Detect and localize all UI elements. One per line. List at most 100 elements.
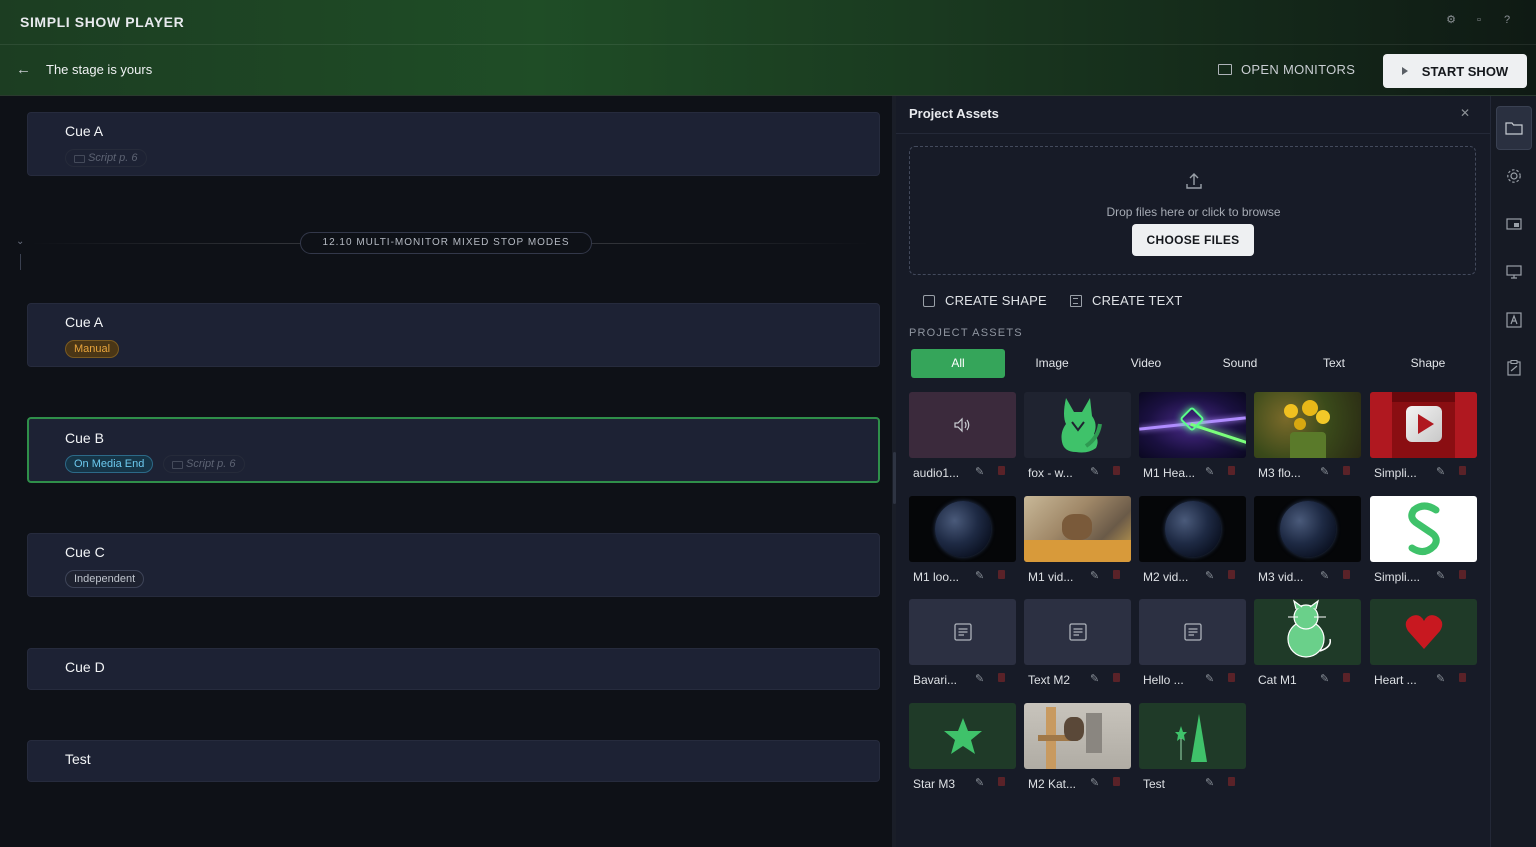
asset-tile[interactable]: Hello ... ✎	[1139, 599, 1246, 687]
pencil-icon[interactable]: ✎	[1436, 672, 1445, 685]
pencil-icon[interactable]: ✎	[975, 569, 984, 582]
pencil-icon[interactable]: ✎	[1090, 672, 1099, 685]
group-label[interactable]: 12.10 MULTI-MONITOR MIXED STOP MODES	[300, 232, 592, 254]
pencil-icon[interactable]: ✎	[1436, 569, 1445, 582]
pencil-icon[interactable]: ✎	[975, 672, 984, 685]
pencil-icon[interactable]: ✎	[1090, 776, 1099, 789]
cue-card[interactable]: Cue A Script p. 6	[27, 112, 880, 176]
trash-icon[interactable]	[1343, 570, 1350, 579]
choose-files-button[interactable]: CHOOSE FILES	[1132, 224, 1254, 256]
pencil-icon[interactable]: ✎	[1320, 569, 1329, 582]
trash-icon[interactable]	[998, 466, 1005, 475]
asset-tile[interactable]: M2 Kat... ✎	[1024, 703, 1131, 791]
asset-thumbnail-text[interactable]	[909, 599, 1016, 665]
pencil-icon[interactable]: ✎	[975, 776, 984, 789]
chevron-down-icon[interactable]: ⌄	[16, 236, 24, 247]
asset-thumbnail-cat-shape[interactable]	[1254, 599, 1361, 665]
rail-clipboard-button[interactable]	[1496, 346, 1532, 390]
asset-tile[interactable]: audio1... ✎	[909, 392, 1016, 480]
asset-thumbnail-earth[interactable]	[1139, 496, 1246, 562]
trash-icon[interactable]	[1113, 673, 1120, 682]
filter-tab-sound[interactable]: Sound	[1193, 349, 1287, 378]
trash-icon[interactable]	[1459, 466, 1466, 475]
start-show-button[interactable]: START SHOW	[1383, 54, 1527, 88]
file-dropzone[interactable]: Drop files here or click to browse CHOOS…	[909, 146, 1476, 275]
asset-thumbnail-neon[interactable]	[1139, 392, 1246, 458]
trash-icon[interactable]	[1228, 570, 1235, 579]
asset-thumbnail-fox[interactable]	[1024, 392, 1131, 458]
pencil-icon[interactable]: ✎	[1320, 465, 1329, 478]
pencil-icon[interactable]: ✎	[1205, 569, 1214, 582]
asset-tile[interactable]: M3 vid... ✎	[1254, 496, 1361, 584]
help-icon[interactable]: ?	[1500, 13, 1514, 27]
trash-icon[interactable]	[1343, 673, 1350, 682]
trash-icon[interactable]	[1343, 466, 1350, 475]
pencil-icon[interactable]: ✎	[1090, 569, 1099, 582]
asset-tile[interactable]: Star M3 ✎	[909, 703, 1016, 791]
asset-tile[interactable]: Simpli.... ✎	[1370, 496, 1477, 584]
trash-icon[interactable]	[998, 570, 1005, 579]
chat-icon[interactable]: ▫	[1472, 13, 1486, 27]
trash-icon[interactable]	[1113, 466, 1120, 475]
gear-icon[interactable]: ⚙	[1444, 13, 1458, 27]
rail-settings-button[interactable]	[1496, 154, 1532, 198]
filter-tab-shape[interactable]: Shape	[1381, 349, 1475, 378]
asset-tile[interactable]: M1 vid... ✎	[1024, 496, 1131, 584]
back-arrow-icon[interactable]: ←	[16, 62, 32, 78]
cue-card-selected[interactable]: Cue B On Media End Script p. 6	[27, 417, 880, 483]
filter-tab-image[interactable]: Image	[1005, 349, 1099, 378]
create-text-button[interactable]: CREATE TEXT	[1070, 293, 1183, 308]
pencil-icon[interactable]: ✎	[1090, 465, 1099, 478]
trash-icon[interactable]	[998, 777, 1005, 786]
asset-tile[interactable]: M2 vid... ✎	[1139, 496, 1246, 584]
filter-tab-all[interactable]: All	[911, 349, 1005, 378]
rail-text-button[interactable]	[1496, 298, 1532, 342]
cue-card[interactable]: Test	[27, 740, 880, 782]
trash-icon[interactable]	[1113, 570, 1120, 579]
asset-tile[interactable]: M1 Hea... ✎	[1139, 392, 1246, 480]
asset-tile[interactable]: M3 flo... ✎	[1254, 392, 1361, 480]
trash-icon[interactable]	[1113, 777, 1120, 786]
rail-monitor-button[interactable]	[1496, 250, 1532, 294]
asset-thumbnail-triangle[interactable]	[1139, 703, 1246, 769]
pencil-icon[interactable]: ✎	[1436, 465, 1445, 478]
trash-icon[interactable]	[1228, 777, 1235, 786]
asset-tile[interactable]: M1 loo... ✎	[909, 496, 1016, 584]
pencil-icon[interactable]: ✎	[1205, 776, 1214, 789]
asset-tile[interactable]: Test ✎	[1139, 703, 1246, 791]
asset-tile[interactable]: Text M2 ✎	[1024, 599, 1131, 687]
pencil-icon[interactable]: ✎	[1320, 672, 1329, 685]
asset-thumbnail-earth[interactable]	[1254, 496, 1361, 562]
asset-thumbnail-sound[interactable]	[909, 392, 1016, 458]
asset-thumbnail-earth[interactable]	[909, 496, 1016, 562]
asset-thumbnail-cat-tree[interactable]	[1024, 703, 1131, 769]
asset-thumbnail-heart[interactable]	[1370, 599, 1477, 665]
trash-icon[interactable]	[1228, 466, 1235, 475]
asset-tile[interactable]: Bavari... ✎	[909, 599, 1016, 687]
pencil-icon[interactable]: ✎	[975, 465, 984, 478]
asset-thumbnail-star[interactable]	[909, 703, 1016, 769]
trash-icon[interactable]	[1228, 673, 1235, 682]
cue-card[interactable]: Cue C Independent	[27, 533, 880, 597]
trash-icon[interactable]	[1459, 570, 1466, 579]
asset-tile[interactable]: Heart ... ✎	[1370, 599, 1477, 687]
trash-icon[interactable]	[1459, 673, 1466, 682]
asset-tile[interactable]: fox - w... ✎	[1024, 392, 1131, 480]
cue-card[interactable]: Cue D	[27, 648, 880, 690]
pencil-icon[interactable]: ✎	[1205, 672, 1214, 685]
asset-thumbnail-text[interactable]	[1139, 599, 1246, 665]
asset-thumbnail-text[interactable]	[1024, 599, 1131, 665]
asset-thumbnail-cat-photo[interactable]	[1024, 496, 1131, 562]
open-monitors-button[interactable]: OPEN MONITORS	[1218, 62, 1355, 77]
filter-tab-video[interactable]: Video	[1099, 349, 1193, 378]
asset-thumbnail-logo[interactable]	[1370, 496, 1477, 562]
asset-tile[interactable]: Simpli... ✎	[1370, 392, 1477, 480]
asset-thumbnail-flowers[interactable]	[1254, 392, 1361, 458]
trash-icon[interactable]	[998, 673, 1005, 682]
cue-card[interactable]: Cue A Manual	[27, 303, 880, 367]
rail-folder-button[interactable]	[1496, 106, 1532, 150]
rail-display-button[interactable]	[1496, 202, 1532, 246]
asset-thumbnail-theater[interactable]	[1370, 392, 1477, 458]
close-icon[interactable]: ✕	[1460, 106, 1470, 120]
create-shape-button[interactable]: CREATE SHAPE	[923, 293, 1047, 308]
